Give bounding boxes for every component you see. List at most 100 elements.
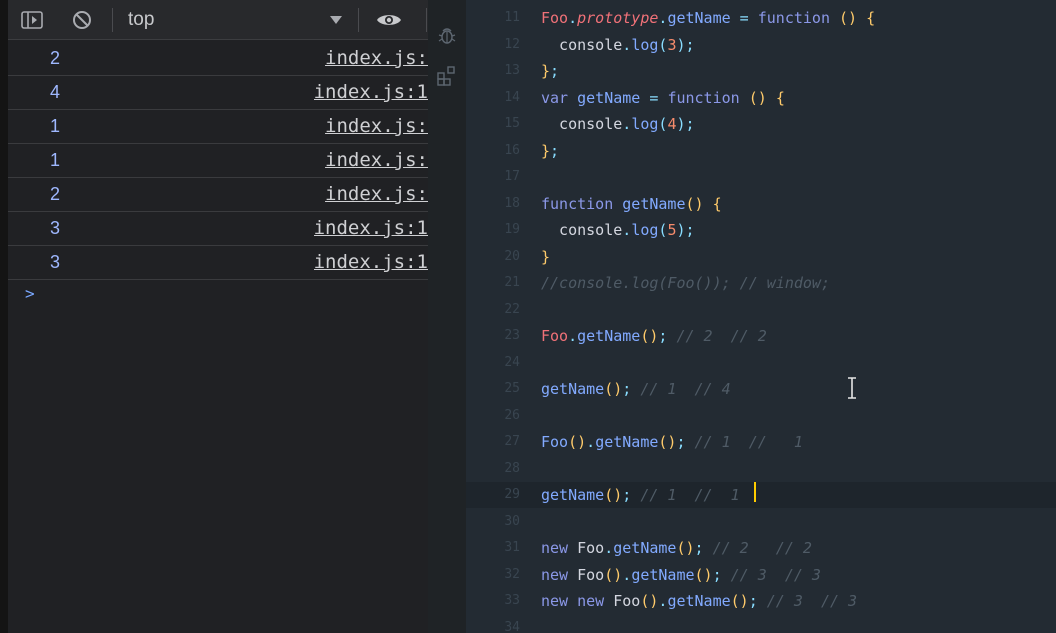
- code-token: Foo: [541, 327, 569, 345]
- activity-bar: [428, 0, 466, 633]
- code-line[interactable]: 24: [466, 350, 1056, 376]
- code-token: {: [866, 9, 876, 27]
- log-value: 2: [50, 184, 61, 204]
- code-line[interactable]: 18 function getName() {: [466, 191, 1056, 217]
- code-line[interactable]: 14 var getName = function () {: [466, 85, 1056, 111]
- code-token: var: [541, 88, 569, 107]
- source-link[interactable]: index.js:: [325, 178, 428, 211]
- code-line[interactable]: 29 getName(); // 1 // 1: [466, 482, 1056, 508]
- code-line[interactable]: 32 new Foo().getName(); // 3 // 3: [466, 562, 1056, 588]
- line-number: 32: [504, 566, 520, 582]
- code-token: ;: [694, 539, 704, 557]
- dropdown-arrow-icon[interactable]: [326, 0, 346, 40]
- code-line[interactable]: 17: [466, 164, 1056, 190]
- code-token: getName: [595, 433, 659, 451]
- code-token: getName: [577, 327, 641, 345]
- code-line[interactable]: 12 console.log(3);: [466, 32, 1056, 58]
- code-line[interactable]: 20}: [466, 244, 1056, 270]
- log-value: 1: [50, 150, 61, 170]
- text-cursor: [754, 482, 756, 502]
- code-token: ;: [676, 433, 686, 451]
- code-line[interactable]: 11 Foo.prototype.getName = function () {: [466, 5, 1056, 31]
- console-message: 3 index.js:1: [8, 246, 428, 280]
- code-token: (): [640, 592, 659, 610]
- line-number: 34: [504, 619, 520, 633]
- code-line[interactable]: 27 Foo().getName(); // 1 // 1: [466, 429, 1056, 455]
- sidebar-toggle-icon[interactable]: [18, 0, 46, 40]
- code-text: Foo().getName(); // 1 // 1: [541, 429, 803, 455]
- debug-bug-icon[interactable]: [436, 24, 458, 46]
- code-text: getName(); // 1 // 4: [541, 376, 731, 402]
- code-token: prototype: [577, 9, 659, 27]
- eye-icon[interactable]: [372, 0, 406, 40]
- code-token: (): [685, 194, 704, 213]
- code-token: ;: [622, 380, 632, 398]
- context-selector[interactable]: top: [128, 0, 154, 40]
- source-link[interactable]: index.js:: [325, 110, 428, 143]
- code-token: (): [748, 88, 767, 107]
- code-token: log: [631, 115, 659, 133]
- code-line[interactable]: 23 Foo.getName(); // 2 // 2: [466, 323, 1056, 349]
- code-token: console: [541, 115, 623, 133]
- line-number: 27: [504, 434, 520, 449]
- code-token: {: [775, 88, 785, 107]
- code-token: );: [676, 35, 695, 54]
- clear-console-icon[interactable]: [68, 0, 96, 40]
- code-token: }: [541, 62, 551, 80]
- line-number: 19: [504, 222, 520, 237]
- code-token: getName: [631, 565, 695, 584]
- code-token: (): [839, 9, 858, 27]
- code-token: Foo: [604, 592, 641, 610]
- code-token: //console.log(Foo()); // window;: [541, 274, 830, 292]
- code-line[interactable]: 33 new new Foo().getName(); // 3 // 3: [466, 588, 1056, 614]
- source-link[interactable]: index.js:1: [314, 212, 428, 245]
- code-token: // 3 // 3: [721, 565, 821, 584]
- source-link[interactable]: index.js:1: [314, 246, 428, 279]
- log-value: 4: [50, 82, 61, 102]
- line-number: 16: [504, 142, 520, 158]
- console-message: 1 index.js:: [8, 110, 428, 144]
- code-token: .: [622, 35, 632, 54]
- code-line[interactable]: 22: [466, 297, 1056, 323]
- code-line[interactable]: 15 console.log(4);: [466, 111, 1056, 137]
- line-number: 18: [504, 195, 520, 211]
- line-number: 33: [504, 593, 520, 608]
- code-line[interactable]: 34: [466, 615, 1056, 633]
- code-token: (): [676, 539, 695, 557]
- code-token: log: [631, 221, 659, 239]
- code-line[interactable]: 19 console.log(5);: [466, 217, 1056, 243]
- code-token: getName: [667, 592, 731, 610]
- code-text: Foo.getName(); // 2 // 2: [541, 323, 767, 349]
- code-token: getName: [613, 539, 677, 557]
- extensions-icon[interactable]: [436, 64, 458, 86]
- code-token: new: [541, 539, 569, 557]
- line-number: 13: [504, 63, 520, 78]
- line-number: 11: [504, 10, 520, 25]
- code-line[interactable]: 31 new Foo.getName(); // 2 // 2: [466, 535, 1056, 561]
- code-text: var getName = function () {: [541, 85, 785, 111]
- code-token: Foo: [568, 539, 605, 557]
- code-line[interactable]: 25 getName(); // 1 // 4: [466, 376, 1056, 402]
- code-line[interactable]: 26: [466, 403, 1056, 429]
- source-link[interactable]: index.js:: [325, 144, 428, 177]
- toolbar-separator: [112, 8, 113, 32]
- console-message: 3 index.js:1: [8, 212, 428, 246]
- code-line[interactable]: 28: [466, 456, 1056, 482]
- console-message: 2 index.js:: [8, 178, 428, 212]
- code-token: .: [604, 539, 614, 557]
- console-prompt[interactable]: >: [25, 284, 35, 303]
- code-text: getName(); // 1 // 1: [541, 482, 740, 508]
- source-link[interactable]: index.js:1: [314, 76, 428, 109]
- code-line[interactable]: 21 //console.log(Foo()); // window;: [466, 270, 1056, 296]
- code-token: // 1 // 1: [685, 433, 803, 451]
- code-editor[interactable]: 11 Foo.prototype.getName = function () {1…: [466, 0, 1056, 633]
- code-token: ;: [712, 565, 722, 584]
- code-line[interactable]: 13};: [466, 58, 1056, 84]
- code-line[interactable]: 16};: [466, 138, 1056, 164]
- code-token: getName: [667, 9, 731, 27]
- code-line[interactable]: 30: [466, 509, 1056, 535]
- source-link[interactable]: index.js:: [325, 42, 428, 75]
- code-text: };: [541, 138, 559, 164]
- code-token: // 2 // 2: [703, 539, 812, 557]
